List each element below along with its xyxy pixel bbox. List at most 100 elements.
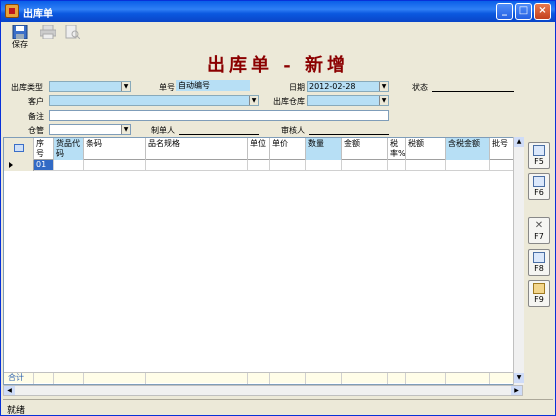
print-button[interactable]: 打印 <box>37 24 59 50</box>
auditor-field <box>309 134 389 135</box>
window: 出库单 _ □ × 保存 打印 预览 出库单 - 新增 出库类型 ▼ 单号 自动 <box>0 0 556 416</box>
grid-cell[interactable] <box>146 160 248 171</box>
f9-label: F9 <box>534 295 544 304</box>
footer-cell <box>54 373 84 384</box>
col-header[interactable]: 税额 <box>406 138 446 160</box>
f8-label: F8 <box>534 264 544 273</box>
f6-button[interactable]: F6 <box>528 173 550 200</box>
toolbar: 保存 打印 预览 <box>3 23 553 51</box>
footer-cell <box>146 373 248 384</box>
scroll-up-icon[interactable]: ▲ <box>514 137 524 147</box>
printer-icon <box>39 24 57 40</box>
grid-cell[interactable] <box>54 160 84 171</box>
col-header[interactable]: 数量 <box>306 138 342 160</box>
warehouse-label: 出库仓库 <box>273 97 305 106</box>
chevron-down-icon: ▼ <box>249 96 258 105</box>
vertical-scrollbar[interactable]: ▲ ▼ <box>513 137 524 385</box>
save-icon <box>12 24 28 40</box>
horizontal-scrollbar[interactable]: ◀ ▶ <box>3 385 523 396</box>
save-label: 保存 <box>12 40 28 49</box>
minimize-button[interactable]: _ <box>496 3 513 20</box>
footer-cell <box>388 373 406 384</box>
chevron-down-icon: ▼ <box>379 82 388 91</box>
preview-icon <box>64 24 81 40</box>
col-header[interactable]: 单位 <box>248 138 270 160</box>
app-icon <box>5 4 19 18</box>
footer-cell <box>342 373 388 384</box>
grid-cell[interactable] <box>388 160 406 171</box>
grid-footer: 合计 <box>4 372 522 384</box>
f5-label: F5 <box>534 157 544 166</box>
footer-cell <box>270 373 306 384</box>
delete-row-icon: ✕ <box>534 220 544 231</box>
warehouse-select[interactable]: ▼ <box>307 95 389 106</box>
page-title: 出库单 - 新增 <box>206 55 349 76</box>
col-header[interactable]: 单价 <box>270 138 306 160</box>
type-label: 出库类型 <box>11 83 43 92</box>
grid-cell[interactable] <box>270 160 306 171</box>
grid-cell[interactable] <box>306 160 342 171</box>
footer-cell <box>34 373 54 384</box>
grid-cell[interactable]: 01 <box>34 160 54 171</box>
chevron-down-icon: ▼ <box>379 96 388 105</box>
footer-cell <box>248 373 270 384</box>
maximize-button[interactable]: □ <box>515 3 532 20</box>
items-grid[interactable]: 序号 货品代码 条码 品名规格 单位 单价 数量 金额 税率% 税额 含税金额 … <box>3 137 523 385</box>
col-header[interactable]: 条码 <box>84 138 146 160</box>
no-field: 自动编号 <box>176 80 250 91</box>
date-label: 日期 <box>289 83 305 92</box>
grid-cell[interactable] <box>406 160 446 171</box>
copy-row-icon <box>533 252 545 263</box>
grid-cell[interactable] <box>446 160 490 171</box>
f7-button[interactable]: ✕ F7 <box>528 217 550 244</box>
scroll-right-icon[interactable]: ▶ <box>511 386 522 395</box>
customer-label: 客户 <box>28 97 44 106</box>
grid-cell[interactable] <box>248 160 270 171</box>
footer-label: 合计 <box>4 373 34 384</box>
grid-cell[interactable] <box>342 160 388 171</box>
f8-button[interactable]: F8 <box>528 249 550 276</box>
preview-button[interactable]: 预览 <box>61 24 83 50</box>
scroll-down-icon[interactable]: ▼ <box>514 373 524 383</box>
col-header[interactable]: 品名规格 <box>146 138 248 160</box>
footer-cell <box>406 373 446 384</box>
store-select[interactable]: ▼ <box>49 124 131 135</box>
no-label: 单号 <box>159 83 175 92</box>
col-header[interactable]: 序号 <box>34 138 54 160</box>
f5-button[interactable]: F5 <box>528 142 550 169</box>
col-header[interactable]: 货品代码 <box>54 138 84 160</box>
grid-cell[interactable] <box>84 160 146 171</box>
table-row[interactable]: 01 <box>4 160 522 171</box>
remark-input[interactable] <box>49 110 389 121</box>
insert-row-icon <box>533 176 545 187</box>
status-field <box>432 91 514 92</box>
save-button[interactable]: 保存 <box>9 24 31 50</box>
footer-cell <box>306 373 342 384</box>
creator-field <box>179 134 259 135</box>
close-button[interactable]: × <box>534 3 551 20</box>
chevron-down-icon: ▼ <box>121 82 130 91</box>
scroll-left-icon[interactable]: ◀ <box>4 386 15 395</box>
type-select[interactable]: ▼ <box>49 81 131 92</box>
customer-select[interactable]: ▼ <box>49 95 259 106</box>
status-label: 状态 <box>412 83 428 92</box>
col-header[interactable]: 税率% <box>388 138 406 160</box>
f9-button[interactable]: F9 <box>528 280 550 307</box>
col-header[interactable]: 含税金额 <box>446 138 490 160</box>
creator-label: 制单人 <box>151 126 175 135</box>
paste-icon <box>533 283 545 294</box>
f7-label: F7 <box>534 232 544 241</box>
col-header[interactable]: 金额 <box>342 138 388 160</box>
date-picker[interactable]: 2012-02-28 ▼ <box>307 81 389 92</box>
title-bar: 出库单 _ □ × <box>1 1 555 22</box>
status-text: 就绪 <box>7 406 26 416</box>
date-value: 2012-02-28 <box>309 82 356 91</box>
footer-cell <box>84 373 146 384</box>
grid-header: 序号 货品代码 条码 品名规格 单位 单价 数量 金额 税率% 税额 含税金额 … <box>4 138 522 160</box>
no-value: 自动编号 <box>178 81 210 90</box>
chevron-down-icon: ▼ <box>121 125 130 134</box>
window-title: 出库单 <box>23 9 53 20</box>
grid-corner[interactable] <box>4 138 34 160</box>
footer-cell <box>446 373 490 384</box>
add-row-icon <box>533 145 545 156</box>
